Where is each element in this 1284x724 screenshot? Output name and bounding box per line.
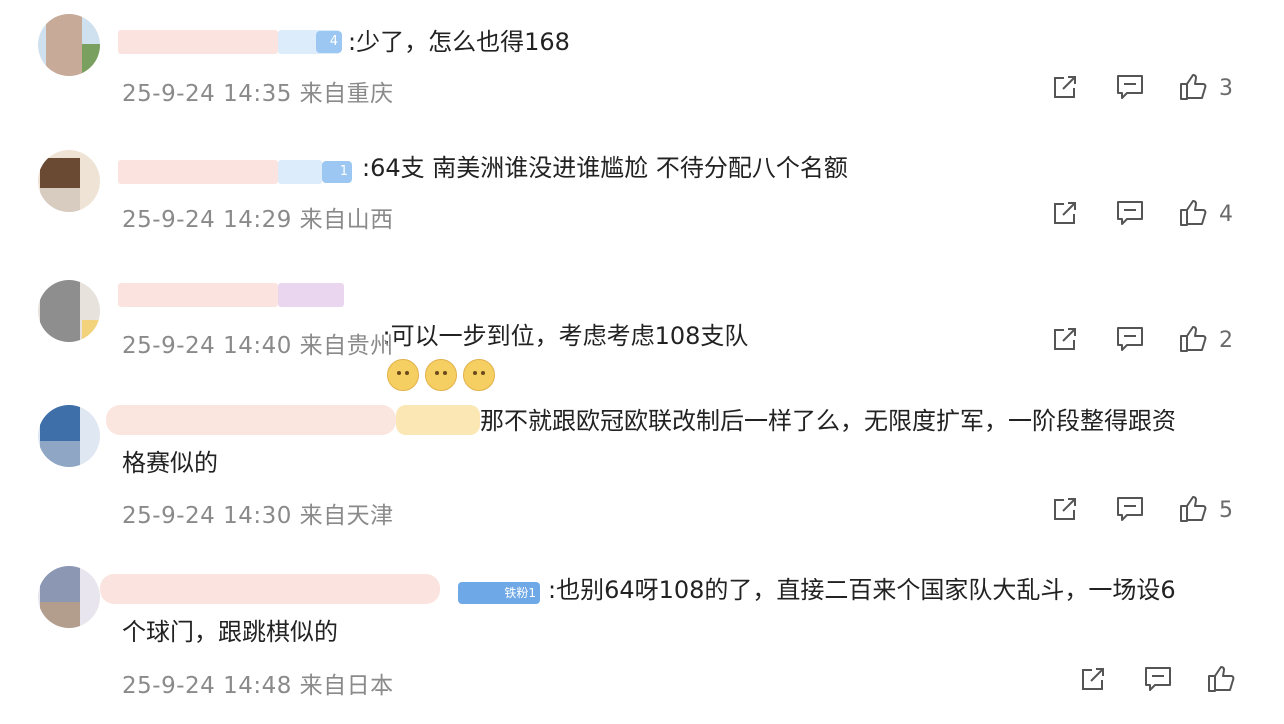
comment-meta: 25-9-24 14:30 来自天津 (122, 496, 394, 530)
comment-icon (1117, 327, 1143, 351)
comment-text: :也别64呀108的了，直接二百来个国家队大乱斗，一场设6 个球门，跟跳棋似的 (122, 576, 1176, 646)
like-button[interactable] (1178, 494, 1212, 528)
comment-location: 来自日本 (299, 673, 394, 699)
comment-text-content: :可以一步到位，考虑考虑108支队 (382, 322, 749, 350)
comment-location: 来自重庆 (299, 81, 394, 107)
reply-button[interactable] (1143, 664, 1177, 698)
comment-meta: 25-9-24 14:29 来自山西 (122, 200, 394, 234)
comment-icon (1117, 497, 1143, 521)
share-icon (1054, 202, 1076, 224)
like-button[interactable] (1178, 198, 1212, 232)
comment-icon (1117, 201, 1143, 225)
thumbs-up-icon (1180, 326, 1207, 352)
share-button[interactable] (1078, 664, 1112, 698)
thumbs-up-icon (1180, 496, 1207, 522)
share-icon (1054, 76, 1076, 98)
comment-time: 25-9-24 14:35 (122, 81, 292, 107)
comment-text: :64支 南美洲谁没进谁尴尬 不待分配八个名额 (362, 154, 848, 182)
share-icon (1082, 668, 1104, 690)
reply-button[interactable] (1115, 72, 1149, 106)
avatar[interactable] (38, 280, 100, 342)
comment-meta: 25-9-24 14:40 来自贵州 (122, 326, 394, 360)
thumbs-up-icon (1208, 666, 1235, 692)
comment-time: 25-9-24 14:30 (122, 503, 292, 529)
username-blurred[interactable] (278, 283, 344, 307)
comment-time: 25-9-24 14:40 (122, 333, 292, 359)
comment-icon (1145, 667, 1171, 691)
share-button[interactable] (1050, 494, 1084, 528)
username-blurred[interactable] (118, 30, 278, 54)
like-count: 2 (1219, 328, 1233, 353)
like-button[interactable] (1178, 324, 1212, 358)
username-blurred[interactable] (118, 283, 278, 307)
comment-location: 来自山西 (299, 207, 394, 233)
username-blurred[interactable] (118, 160, 278, 184)
thumbs-up-icon (1180, 200, 1207, 226)
share-button[interactable] (1050, 72, 1084, 106)
like-count: 3 (1219, 76, 1233, 101)
avatar[interactable] (38, 405, 100, 467)
share-button[interactable] (1050, 198, 1084, 232)
comment-text: :少了，怎么也得168 (348, 28, 570, 56)
doge-emoji-icon (386, 359, 419, 391)
comment-meta: 25-9-24 14:35 来自重庆 (122, 74, 394, 108)
reply-button[interactable] (1115, 494, 1149, 528)
comment-icon (1117, 75, 1143, 99)
like-button[interactable] (1178, 72, 1212, 106)
doge-emoji-icon (462, 359, 495, 391)
avatar[interactable] (38, 150, 100, 212)
comment-text: 那不就跟欧冠欧联改制后一样了么，无限度扩军，一阶段整得跟资 格赛似的 (122, 407, 1176, 477)
like-count: 5 (1219, 498, 1233, 523)
like-button[interactable] (1206, 664, 1240, 698)
comment-location: 来自贵州 (299, 333, 394, 359)
username-blurred[interactable] (278, 160, 322, 184)
fan-badge: 1 (322, 161, 352, 183)
reply-button[interactable] (1115, 198, 1149, 232)
like-count: 4 (1219, 202, 1233, 227)
share-icon (1054, 498, 1076, 520)
fan-badge: 4 (316, 31, 342, 53)
doge-emoji-icon (424, 359, 457, 391)
comment-meta: 25-9-24 14:48 来自日本 (122, 666, 394, 700)
avatar[interactable] (38, 14, 100, 76)
thumbs-up-icon (1180, 74, 1207, 100)
share-button[interactable] (1050, 324, 1084, 358)
comment-time: 25-9-24 14:48 (122, 673, 292, 699)
comment-location: 来自天津 (299, 503, 394, 529)
share-icon (1054, 328, 1076, 350)
avatar[interactable] (38, 566, 100, 628)
comment-time: 25-9-24 14:29 (122, 207, 292, 233)
reply-button[interactable] (1115, 324, 1149, 358)
